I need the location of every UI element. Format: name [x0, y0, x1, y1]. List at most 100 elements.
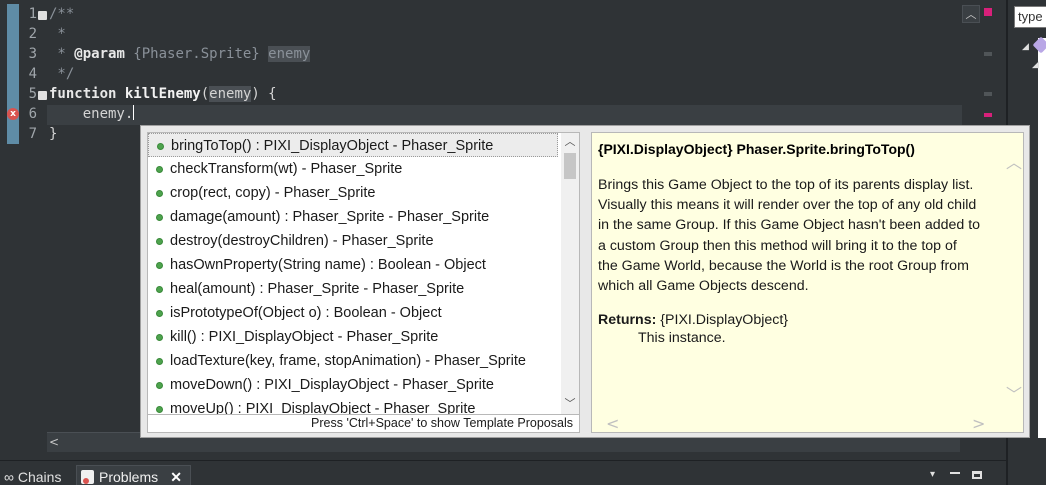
method-icon — [156, 214, 163, 221]
scroll-left-icon[interactable]: < — [49, 435, 59, 449]
proposal-item[interactable]: destroy(destroyChildren) - Phaser_Sprite — [148, 229, 558, 253]
doc-vertical-scrollbar[interactable]: ︿ ﹀ — [1004, 133, 1023, 413]
comment-text: /** — [49, 6, 75, 22]
proposal-scrollbar[interactable]: ︿ ﹀ — [561, 133, 579, 414]
proposal-label: moveDown() : PIXI_DisplayObject - Phaser… — [170, 377, 494, 393]
scroll-down-icon[interactable]: ﹀ — [561, 395, 579, 413]
proposal-label: hasOwnProperty(String name) : Boolean - … — [170, 257, 486, 273]
doc-line: in the same Group. If this Game Object h… — [598, 217, 981, 234]
function-name: killEnemy — [124, 86, 201, 102]
jsdoc-type: {Phaser.Sprite} — [124, 46, 269, 62]
maximize-icon[interactable] — [972, 471, 982, 479]
doc-description: Brings this Game Object to the top of it… — [598, 175, 1002, 296]
proposal-item[interactable]: damage(amount) : Phaser_Sprite - Phaser_… — [148, 205, 558, 229]
doc-line: a custom Group then this method will bri… — [598, 237, 957, 254]
tab-label: Problems — [99, 469, 159, 485]
method-icon — [156, 262, 163, 269]
code-line: * @param {Phaser.Sprite} enemy — [49, 44, 311, 64]
doc-signature: {PIXI.DisplayObject} Phaser.Sprite.bring… — [598, 141, 915, 157]
scroll-up-icon[interactable]: ︿ — [962, 5, 980, 23]
proposal-item[interactable]: hasOwnProperty(String name) : Boolean - … — [148, 253, 558, 277]
proposal-item[interactable]: isPrototypeOf(Object o) : Boolean - Obje… — [148, 301, 558, 325]
proposal-label: bringToTop() : PIXI_DisplayObject - Phas… — [171, 138, 494, 154]
proposal-item[interactable]: moveDown() : PIXI_DisplayObject - Phaser… — [148, 373, 558, 397]
method-icon — [156, 166, 163, 173]
proposal-item[interactable]: crop(rect, copy) - Phaser_Sprite — [148, 181, 558, 205]
returns-label: Returns: — [598, 312, 657, 328]
overview-marker[interactable] — [984, 92, 992, 96]
proposal-item[interactable]: heal(amount) : Phaser_Sprite - Phaser_Sp… — [148, 277, 558, 301]
outline-tree[interactable] — [1038, 38, 1046, 438]
jsdoc-tag: @param — [74, 46, 125, 62]
doc-line: Visually this means it will render over … — [598, 197, 977, 214]
proposal-label: kill() : PIXI_DisplayObject - Phaser_Spr… — [170, 329, 439, 345]
line-number: 2 — [28, 26, 37, 42]
method-icon — [156, 358, 163, 365]
proposal-item[interactable]: checkTransform(wt) - Phaser_Sprite — [148, 157, 558, 181]
proposal-label: loadTexture(key, frame, stopAnimation) -… — [170, 353, 526, 369]
proposal-label: crop(rect, copy) - Phaser_Sprite — [170, 185, 376, 201]
method-icon — [156, 334, 163, 341]
expand-triangle-icon[interactable]: ◢ — [1032, 60, 1039, 70]
proposal-label: moveUp() : PIXI_DisplayObject - Phaser_S… — [170, 401, 476, 415]
scroll-up-icon[interactable]: ︿ — [1006, 149, 1022, 173]
method-icon — [156, 190, 163, 197]
proposal-label: checkTransform(wt) - Phaser_Sprite — [170, 161, 403, 177]
scroll-right-icon[interactable]: > — [972, 414, 985, 432]
code-line: function killEnemy(enemy) { — [49, 84, 277, 104]
doc-line: Brings this Game Object to the top of it… — [598, 177, 974, 193]
chains-icon: ∞ — [4, 469, 14, 485]
proposal-label: damage(amount) : Phaser_Sprite - Phaser_… — [170, 209, 490, 225]
paren: ( — [200, 86, 210, 102]
problems-icon — [81, 470, 94, 484]
returns-type: {PIXI.DisplayObject} — [660, 312, 789, 328]
fold-toggle-icon[interactable] — [38, 11, 47, 20]
line-number: 7 — [28, 126, 37, 142]
line-number: 3 — [28, 46, 37, 62]
code-text: } — [49, 126, 58, 142]
code-line: * — [49, 24, 66, 44]
scroll-left-icon[interactable]: < — [606, 414, 619, 432]
template-proposals-hint: Press 'Ctrl+Space' to show Template Prop… — [147, 415, 580, 433]
proposal-item[interactable]: moveUp() : PIXI_DisplayObject - Phaser_S… — [148, 397, 558, 415]
doc-returns: Returns: {PIXI.DisplayObject} — [598, 310, 1002, 330]
minimize-icon[interactable] — [950, 472, 960, 474]
comment-text: * — [49, 26, 66, 42]
change-ruler — [7, 4, 19, 144]
code-text: enemy. — [49, 106, 134, 122]
expand-triangle-icon[interactable]: ◢ — [1022, 42, 1029, 52]
overview-marker[interactable] — [984, 52, 992, 56]
code-line: /** — [49, 4, 74, 24]
proposal-item[interactable]: bringToTop() : PIXI_DisplayObject - Phas… — [148, 133, 558, 157]
parameter-occurrence: enemy — [209, 86, 252, 102]
close-icon[interactable]: ✕ — [170, 466, 182, 485]
line-number-gutter: 1 2 3 4 5 6 7 — [19, 4, 47, 434]
proposal-label: isPrototypeOf(Object o) : Boolean - Obje… — [170, 305, 442, 321]
scroll-up-icon[interactable]: ︿ — [561, 133, 579, 151]
method-icon — [156, 286, 163, 293]
scrollbar-thumb[interactable] — [564, 153, 576, 179]
proposal-item[interactable]: kill() : PIXI_DisplayObject - Phaser_Spr… — [148, 325, 558, 349]
method-icon — [156, 310, 163, 317]
tab-chains[interactable]: ∞ Chains — [4, 469, 61, 485]
proposal-list[interactable]: bringToTop() : PIXI_DisplayObject - Phas… — [147, 132, 580, 415]
method-icon — [157, 143, 164, 150]
view-menu-icon[interactable]: ▾ — [930, 469, 935, 480]
outline-filter-input[interactable]: type — [1014, 6, 1046, 28]
tab-problems[interactable]: Problems ✕ — [76, 465, 191, 485]
fold-toggle-icon[interactable] — [38, 91, 47, 100]
doc-line: the Game World, because the World is the… — [598, 257, 969, 274]
doc-line: which all Game Objects descend. — [598, 278, 809, 295]
proposal-item[interactable]: loadTexture(key, frame, stopAnimation) -… — [148, 349, 558, 373]
comment-text: */ — [49, 66, 75, 82]
error-overview-marker[interactable] — [984, 113, 992, 117]
code-line: } — [49, 124, 57, 144]
tab-label: Chains — [17, 469, 62, 485]
scroll-down-icon[interactable]: ﹀ — [1006, 381, 1022, 405]
error-overview-marker[interactable] — [984, 8, 992, 16]
comment-text: * — [49, 46, 75, 62]
error-marker-icon[interactable]: x — [7, 108, 19, 120]
paren: ) { — [251, 86, 277, 102]
doc-horizontal-scrollbar[interactable]: < > — [592, 414, 1023, 432]
method-icon — [156, 406, 163, 413]
